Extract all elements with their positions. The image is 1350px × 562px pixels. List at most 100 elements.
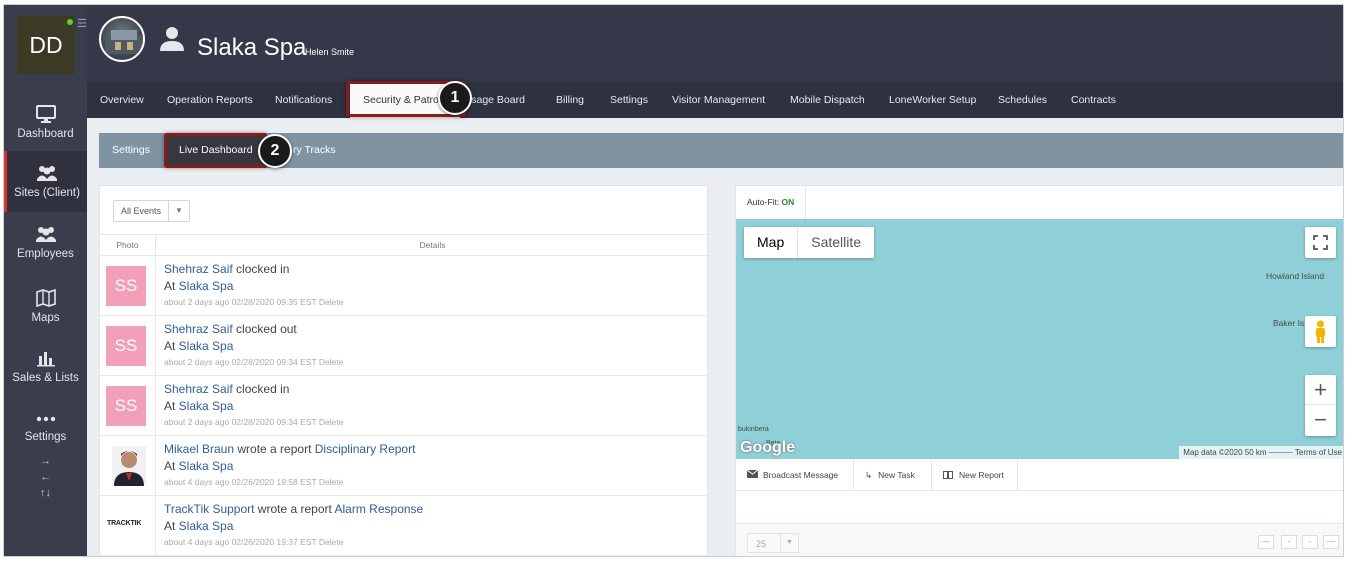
page-size-dropdown[interactable]: 25 ▼ <box>747 533 799 553</box>
event-site-link[interactable]: Slaka Spa <box>179 399 234 413</box>
event-location: At Slaka Spa <box>164 399 233 413</box>
map-view[interactable]: Map Satellite Howland Island Baker Is + −… <box>736 219 1343 459</box>
zoom-in-icon[interactable]: + <box>1305 375 1336 405</box>
event-actor-link[interactable]: Mikael Braun <box>164 442 234 456</box>
chevron-down-icon[interactable]: ▼ <box>780 534 798 552</box>
tab-overview[interactable]: Overview <box>100 82 144 118</box>
tab-contracts[interactable]: Contracts <box>1071 82 1116 118</box>
new-task-button[interactable]: ↳ New Task <box>854 459 932 491</box>
autofit-toggle[interactable]: Auto-Fit: ON <box>736 186 806 219</box>
sidebar-item-sites[interactable]: Sites (Client) <box>4 151 87 212</box>
street-view-button[interactable] <box>1305 316 1336 347</box>
tab-visitor-management[interactable]: Visitor Management <box>672 82 765 118</box>
site-photo[interactable] <box>99 16 145 62</box>
sidebar-collapse-controls[interactable]: → ← ↑↓ <box>4 453 87 501</box>
event-action: clocked in <box>232 382 290 396</box>
arrow-updown-icon[interactable]: ↑↓ <box>4 485 87 501</box>
tab-notifications[interactable]: Notifications <box>275 82 332 118</box>
event-photo-cell: SS <box>100 316 156 376</box>
map-icon <box>35 288 56 308</box>
sidebar-item-label: Employees <box>17 248 74 260</box>
tab-schedules[interactable]: Schedules <box>998 82 1047 118</box>
menu-lines-icon[interactable]: ☰ <box>77 17 87 30</box>
event-site-link[interactable]: Slaka Spa <box>179 339 234 353</box>
event-actor-link[interactable]: Shehraz Saif <box>164 382 233 396</box>
event-site-link[interactable]: Slaka Spa <box>179 279 234 293</box>
map-type-control: Map Satellite <box>744 227 875 258</box>
people-group-icon <box>35 227 56 242</box>
initials-avatar: SS <box>106 266 146 306</box>
envelope-icon <box>746 469 759 478</box>
fullscreen-button[interactable] <box>1305 227 1336 258</box>
tab-loneworker-setup[interactable]: LoneWorker Setup <box>889 82 976 118</box>
sidebar-item-dashboard[interactable]: Dashboard <box>4 92 87 152</box>
filter-label: All Events <box>121 206 162 216</box>
event-at-label: At <box>164 519 179 533</box>
next-page-button[interactable]: - <box>1302 535 1318 549</box>
map-type-map[interactable]: Map <box>744 227 799 258</box>
events-panel: All Events ▼ Photo Details SS Shehraz Sa… <box>99 185 709 556</box>
events-table-header: Photo Details <box>100 234 709 256</box>
arrow-right-icon[interactable]: → <box>4 453 87 469</box>
tab-settings[interactable]: Settings <box>610 82 648 118</box>
event-site-link[interactable]: Slaka Spa <box>179 519 234 533</box>
autofit-value: ON <box>781 197 795 207</box>
people-group-icon <box>37 166 57 181</box>
event-summary: Shehraz Saif clocked in <box>164 262 289 276</box>
event-report-link[interactable]: Alarm Response <box>335 502 424 516</box>
event-report-link[interactable]: Disciplinary Report <box>315 442 416 456</box>
zoom-out-icon[interactable]: − <box>1305 405 1336 436</box>
map-type-satellite[interactable]: Satellite <box>798 227 874 258</box>
user-initials: DD <box>29 31 63 58</box>
event-site-link[interactable]: Slaka Spa <box>179 459 234 473</box>
site-photo-image <box>105 30 143 54</box>
event-action: clocked in <box>232 262 290 276</box>
event-actor-link[interactable]: Shehraz Saif <box>164 322 233 336</box>
map-attribution: Map data ©2020 50 km ⎯⎯⎯⎯⎯⎯ Terms of Use <box>1179 446 1343 459</box>
step-badge-1: 1 <box>438 81 472 115</box>
tracktik-logo: TRACKTIK <box>107 520 142 527</box>
page-subtitle: Helen Smite <box>305 47 355 57</box>
subtab-settings[interactable]: Settings <box>112 133 150 168</box>
action-label: New Report <box>959 470 1004 480</box>
event-at-label: At <box>164 279 179 293</box>
sidebar: DD ☰ Dashboard Sites (Client) Employees … <box>4 5 87 556</box>
tab-billing[interactable]: Billing <box>556 82 584 118</box>
tab-mobile-dispatch[interactable]: Mobile Dispatch <box>790 82 865 118</box>
event-location: At Slaka Spa <box>164 519 233 533</box>
sidebar-item-label: Settings <box>24 431 67 443</box>
map-footer-text[interactable]: Map data ©2020 50 km ⎯⎯⎯⎯⎯⎯ Terms of Use <box>1179 448 1343 457</box>
dots-icon <box>36 416 55 422</box>
event-actor-link[interactable]: Shehraz Saif <box>164 262 233 276</box>
last-page-button[interactable]: — <box>1323 535 1339 549</box>
sidebar-item-label: Dashboard <box>17 128 74 140</box>
first-page-button[interactable]: — <box>1258 535 1274 549</box>
sidebar-item-employees[interactable]: Employees <box>4 212 87 272</box>
arrow-left-icon[interactable]: ← <box>4 469 87 485</box>
event-meta: about 2 days ago 02/28/2020 09:35 EST De… <box>164 297 344 307</box>
event-location: At Slaka Spa <box>164 459 233 473</box>
sidebar-item-sales-lists[interactable]: Sales & Lists <box>4 336 87 396</box>
sidebar-item-label: Sites (Client) <box>14 187 80 199</box>
subtab-history-tracks[interactable]: ry Tracks <box>293 133 336 168</box>
event-meta: about 2 days ago 02/28/2020 09:34 EST De… <box>164 417 344 427</box>
event-row: SS Shehraz Saif clocked in At Slaka Spa … <box>100 256 709 316</box>
prev-page-button[interactable]: - <box>1281 535 1297 549</box>
event-actor-link[interactable]: TrackTik Support <box>164 502 254 516</box>
tab-message-board[interactable]: ssage Board <box>466 82 525 118</box>
event-meta: about 4 days ago 02/26/2020 19:37 EST De… <box>164 537 344 547</box>
tab-operation-reports[interactable]: Operation Reports <box>167 82 253 118</box>
sidebar-item-settings[interactable]: Settings <box>4 395 87 455</box>
broadcast-message-button[interactable]: Broadcast Message <box>736 459 854 491</box>
event-photo-cell: SS <box>100 376 156 436</box>
event-location: At Slaka Spa <box>164 339 233 353</box>
new-report-button[interactable]: New Report <box>932 459 1018 491</box>
sidebar-item-maps[interactable]: Maps <box>4 276 87 336</box>
event-at-label: At <box>164 399 179 413</box>
events-filter-dropdown[interactable]: All Events ▼ <box>113 200 190 222</box>
col-details: Details <box>419 240 446 250</box>
chevron-down-icon[interactable]: ▼ <box>168 201 189 221</box>
zoom-control: + − <box>1305 375 1336 436</box>
col-photo: Photo <box>100 235 156 255</box>
user-avatar[interactable]: DD <box>17 16 75 74</box>
